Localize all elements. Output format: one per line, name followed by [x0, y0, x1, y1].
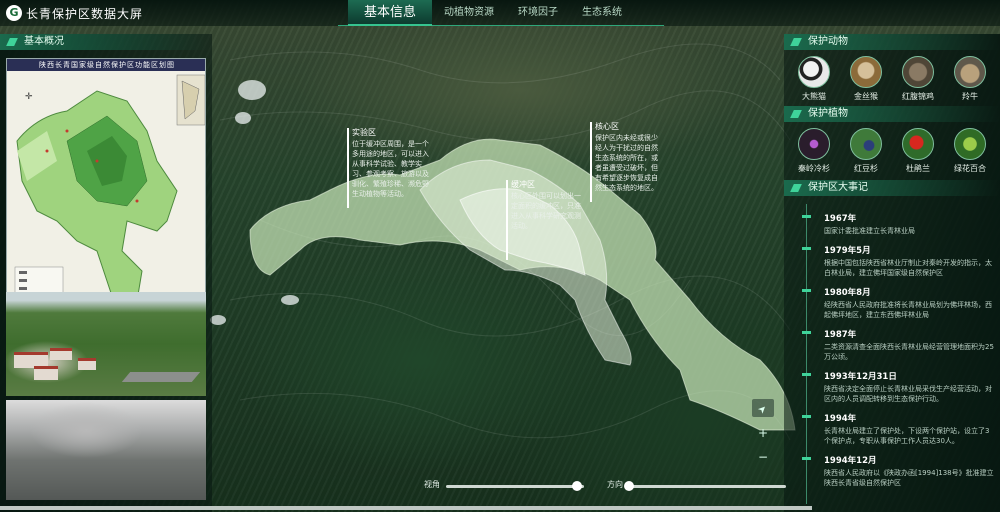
svg-text:✛: ✛ — [25, 92, 33, 102]
callout-pointer — [347, 128, 349, 208]
golden-monkey-icon — [850, 56, 882, 88]
event-text: 根据中国包括陕西省林业厅制止对秦岭开发的指示，太白林业局，建立佛坪国家级自然保护… — [824, 259, 992, 277]
callout-text: 核心区外围可以划出一定面积的缓冲区，只准进入从事科学研究观测活动。 — [511, 192, 581, 230]
species-name: 杜鹃兰 — [906, 164, 930, 173]
qinling-fir-icon — [798, 128, 830, 160]
compass-arrow-icon: ➤ — [755, 402, 770, 417]
timeline-marker — [802, 247, 811, 250]
callout-buffer-zone: 缓冲区 核心区外围可以划出一定面积的缓冲区，只准进入从事科学研究观测活动。 — [511, 180, 583, 231]
timeline-item: 1979年5月 根据中国包括陕西省林业厅制止对秦岭开发的指示，太白林业局，建立佛… — [790, 244, 996, 278]
event-text: 二类资源清查全面陕西长青林业局经营管理地面积为25万公顷。 — [824, 343, 994, 361]
top-header: G 长青保护区数据大屏 基本信息 动植物资源 环境因子 生态系统 — [0, 0, 1000, 26]
timeline-item: 1994年 长青林业局建立了保护处，下设两个保护站，设立了3个保护点，专职从事保… — [790, 412, 996, 446]
event-year: 1994年 — [824, 414, 857, 424]
timeline-item: 1967年 国家计委批准建立长青林业局 — [790, 212, 996, 236]
direction-slider[interactable] — [626, 485, 786, 488]
event-year: 1980年8月 — [824, 288, 871, 298]
species-item[interactable]: 羚牛 — [946, 56, 994, 102]
callout-experimental-zone: 实验区 位于缓冲区周围，是一个多用途的地区，可以进入从事科学试验、教学实习、参观… — [352, 128, 430, 199]
app-title: 长青保护区数据大屏 — [26, 7, 144, 21]
village-photo[interactable] — [6, 292, 206, 396]
timeline-marker — [802, 457, 811, 460]
species-item[interactable]: 绿花百合 — [946, 128, 994, 174]
timeline-marker — [802, 331, 811, 334]
species-name: 绿花百合 — [954, 164, 986, 173]
species-item[interactable]: 秦岭冷杉 — [790, 128, 838, 174]
event-text: 陕西省人民政府以《陕政办函[1994]138号》批准建立陕西长青省级自然保护区 — [824, 469, 994, 487]
species-name: 红豆杉 — [854, 164, 878, 173]
event-text: 长青林业局建立了保护处，下设两个保护站，设立了3个保护点，专职从事保护工作人员达… — [824, 427, 990, 445]
callout-text: 位于缓冲区周围，是一个多用途的地区，可以进入从事科学试验、教学实习、参观考察、旅… — [352, 140, 429, 198]
species-item[interactable]: 杜鹃兰 — [894, 128, 942, 174]
timeline-marker — [802, 373, 811, 376]
zoning-map-drawing: ✛ — [14, 74, 205, 314]
timeline-item: 1994年12月 陕西省人民政府以《陕政办函[1994]138号》批准建立陕西长… — [790, 454, 996, 488]
species-item[interactable]: 金丝猴 — [842, 56, 890, 102]
zoom-out-button[interactable]: − — [752, 448, 774, 466]
event-year: 1994年12月 — [824, 456, 877, 466]
callout-core-zone: 核心区 保护区内未经或很少经人为干扰过的自然生态系统的所在，或者虽遭受过破坏，但… — [595, 122, 661, 193]
species-item[interactable]: 大熊猫 — [790, 56, 838, 102]
section-title-plants: 保护植物 — [784, 106, 1000, 122]
left-panel: 基本概况 陕西长青国家级自然保护区功能区划图 ✛ — [0, 34, 212, 512]
timeline-item: 1980年8月 经陕西省人民政府批准将长青林业局划为佛坪林场，西起佛坪地区，建立… — [790, 286, 996, 320]
main-nav: 基本信息 动植物资源 环境因子 生态系统 — [348, 0, 634, 26]
species-name: 秦岭冷杉 — [798, 164, 830, 173]
events-timeline[interactable]: 1967年 国家计委批准建立长青林业局 1979年5月 根据中国包括陕西省林业厅… — [790, 204, 996, 504]
locate-button[interactable]: ➤ — [752, 399, 774, 417]
yew-icon — [850, 128, 882, 160]
giant-panda-icon — [798, 56, 830, 88]
golden-pheasant-icon — [902, 56, 934, 88]
zoom-in-button[interactable]: + — [752, 424, 774, 442]
green-lily-icon — [954, 128, 986, 160]
species-name: 红腹锦鸡 — [902, 92, 934, 101]
callout-title: 缓冲区 — [511, 180, 535, 189]
app-logo: G — [6, 5, 22, 21]
section-title-animals: 保护动物 — [784, 34, 1000, 50]
species-item[interactable]: 红腹锦鸡 — [894, 56, 942, 102]
tab-basic-info[interactable]: 基本信息 — [348, 0, 433, 26]
event-text: 经陕西省人民政府批准将长青林业局划为佛坪林场，西起佛坪地区，建立东西佛坪林业局 — [824, 301, 992, 319]
cremastra-icon — [902, 128, 934, 160]
event-year: 1967年 — [824, 214, 857, 224]
right-panel: 保护动物 大熊猫 金丝猴 红腹锦鸡 羚牛 保护植物 秦岭冷杉 红豆杉 杜鹃兰 绿… — [784, 34, 1000, 512]
section-title-events: 保护区大事记 — [784, 180, 1000, 196]
timeline-marker — [802, 215, 811, 218]
callout-title: 核心区 — [595, 122, 619, 131]
event-year: 1979年5月 — [824, 246, 871, 256]
tab-ecosystem[interactable]: 生态系统 — [570, 0, 634, 26]
species-name: 大熊猫 — [802, 92, 826, 101]
event-year: 1993年12月31日 — [824, 372, 897, 382]
callout-pointer — [506, 180, 508, 260]
zoning-map-image[interactable]: 陕西长青国家级自然保护区功能区划图 ✛ — [6, 58, 206, 322]
misty-mountain-photo[interactable] — [6, 400, 206, 500]
species-name: 羚牛 — [962, 92, 978, 101]
species-name: 金丝猴 — [854, 92, 878, 101]
timeline-marker — [802, 289, 811, 292]
section-title-overview: 基本概况 — [0, 34, 212, 50]
zoning-map-title: 陕西长青国家级自然保护区功能区划图 — [7, 59, 205, 71]
timeline-item: 1993年12月31日 陕西省决定全面停止长青林业局采伐生产经营活动，对区内的人… — [790, 370, 996, 404]
species-item[interactable]: 红豆杉 — [842, 128, 890, 174]
plants-list: 秦岭冷杉 红豆杉 杜鹃兰 绿花百合 — [784, 122, 1000, 176]
direction-label: 方向 — [607, 480, 623, 489]
callout-title: 实验区 — [352, 128, 376, 137]
event-year: 1987年 — [824, 330, 857, 340]
tab-environment[interactable]: 环境因子 — [506, 0, 570, 26]
takin-icon — [954, 56, 986, 88]
animals-list: 大熊猫 金丝猴 红腹锦鸡 羚牛 — [784, 50, 1000, 104]
timeline-item: 1987年 二类资源清查全面陕西长青林业局经营管理地面积为25万公顷。 — [790, 328, 996, 362]
callout-pointer — [590, 122, 592, 202]
view-angle-label: 视角 — [424, 480, 440, 489]
horizontal-scrollbar[interactable] — [0, 506, 812, 510]
view-angle-slider[interactable] — [446, 485, 584, 488]
event-text: 陕西省决定全面停止长青林业局采伐生产经营活动，对区内的人员调配转移到生态保护行动… — [824, 385, 992, 403]
callout-text: 保护区内未经或很少经人为干扰过的自然生态系统的所在，或者虽遭受过破坏，但有希望逐… — [595, 134, 658, 192]
timeline-marker — [802, 415, 811, 418]
tab-flora-fauna[interactable]: 动植物资源 — [432, 0, 506, 26]
event-text: 国家计委批准建立长青林业局 — [824, 227, 915, 235]
